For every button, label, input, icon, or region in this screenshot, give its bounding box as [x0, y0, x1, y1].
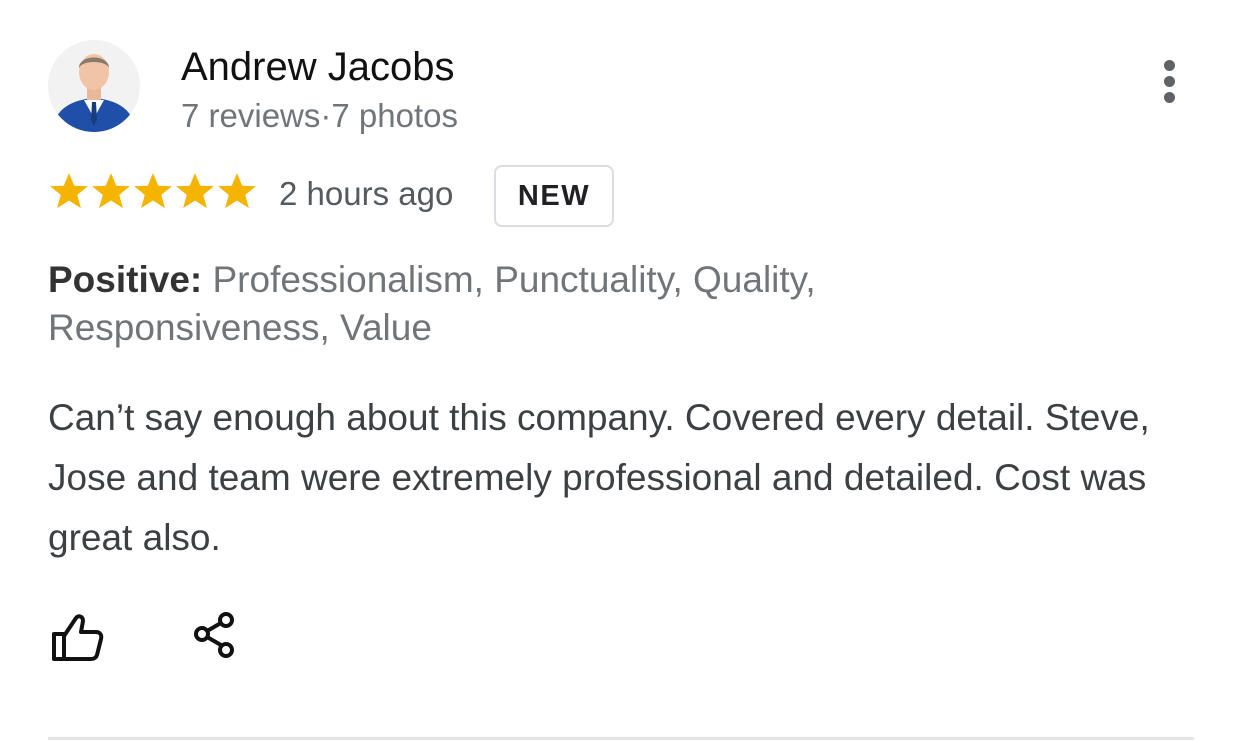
like-button[interactable]	[48, 610, 108, 666]
new-badge: NEW	[494, 165, 614, 227]
review-text: Can’t say enough about this company. Cov…	[48, 397, 1150, 558]
person-avatar-icon	[48, 40, 140, 132]
star-rating	[48, 170, 258, 212]
star-icon	[92, 173, 130, 209]
review-card: Andrew Jacobs 7 reviews·7 photos 2 hours…	[0, 0, 1242, 742]
author-name[interactable]: Andrew Jacobs	[181, 44, 454, 90]
attributes-label: Positive:	[48, 259, 203, 300]
divider	[48, 737, 1194, 740]
more-options-button[interactable]	[1150, 56, 1190, 108]
share-icon	[194, 612, 234, 658]
star-icon	[176, 173, 214, 209]
star-icon	[50, 173, 88, 209]
star-icon	[218, 173, 256, 209]
author-meta[interactable]: 7 reviews·7 photos	[181, 96, 458, 136]
thumbs-up-icon	[52, 614, 104, 661]
star-icon	[134, 173, 172, 209]
review-attributes: Positive: Professionalism, Punctuality, …	[48, 256, 948, 352]
review-time: 2 hours ago	[279, 175, 454, 212]
avatar[interactable]	[48, 40, 140, 132]
share-button[interactable]	[188, 610, 240, 662]
